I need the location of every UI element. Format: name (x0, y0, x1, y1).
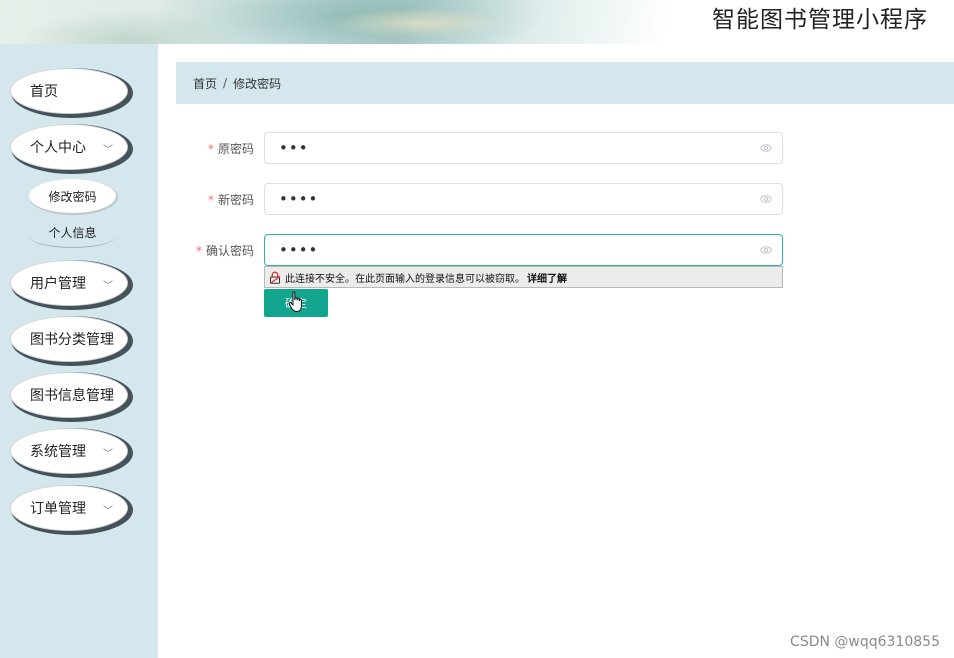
required-mark: * (207, 142, 214, 156)
sidebar-item-system-management[interactable]: 系统管理 ﹀ (10, 428, 128, 474)
old-password-label-text: 原密码 (217, 142, 254, 156)
chevron-down-icon: ﹀ (103, 506, 113, 517)
breadcrumb-current: 修改密码 (233, 76, 282, 91)
header-banner: 智能图书管理小程序 (0, 0, 954, 44)
sidebar-item-label: 个人中心 (30, 140, 86, 156)
breadcrumb-home-link[interactable]: 首页 (193, 75, 217, 92)
sidebar: 首页 个人中心 ﹀ 修改密码 个人信息 用户管理 ﹀ 图书分类管理 图书信息管理… (0, 44, 158, 658)
sidebar-item-home[interactable]: 首页 (10, 68, 128, 114)
sidebar-item-label: 图书分类管理 (30, 332, 114, 348)
sidebar-item-label: 图书信息管理 (30, 388, 114, 404)
chevron-down-icon: ﹀ (103, 145, 113, 156)
new-password-field[interactable]: •••• (264, 183, 783, 215)
chevron-down-icon: ﹀ (103, 281, 113, 292)
sidebar-item-category-management[interactable]: 图书分类管理 (10, 316, 128, 362)
eye-icon[interactable] (760, 193, 772, 205)
insecure-lock-icon (269, 271, 281, 284)
watermark: CSDN @wqq6310855 (790, 634, 940, 650)
required-mark: * (207, 193, 214, 207)
sidebar-item-label: 系统管理 (30, 444, 86, 460)
old-password-field[interactable]: ••• (264, 132, 783, 164)
form-row-old-password: * 原密码 ••• (176, 132, 796, 164)
sidebar-item-book-info-management[interactable]: 图书信息管理 (10, 372, 128, 418)
breadcrumb-separator: / (223, 76, 228, 90)
new-password-label-text: 新密码 (217, 193, 254, 207)
confirm-password-field[interactable]: •••• (264, 234, 783, 266)
sidebar-item-user-management[interactable]: 用户管理 ﹀ (10, 260, 128, 306)
confirm-password-label-text: 确认密码 (205, 244, 254, 258)
form-row-new-password: * 新密码 •••• (176, 183, 796, 215)
confirm-password-label: * 确认密码 (196, 242, 254, 259)
required-mark: * (195, 244, 202, 258)
eye-icon[interactable] (760, 142, 772, 154)
old-password-value: ••• (279, 139, 309, 157)
new-password-label: * 新密码 (208, 191, 254, 208)
sidebar-item-personal-center[interactable]: 个人中心 ﹀ (10, 124, 128, 170)
sidebar-subitem-change-password[interactable]: 修改密码 (29, 179, 116, 213)
sidebar-item-label: 首页 (30, 84, 58, 100)
old-password-label: * 原密码 (208, 140, 254, 157)
sidebar-subitem-personal-info[interactable]: 个人信息 (29, 224, 116, 248)
breadcrumb: 首页 / 修改密码 (176, 62, 954, 104)
insecure-connection-warning: 此连接不安全。在此页面输入的登录信息可以被窃取。 详细了解 (264, 266, 783, 288)
new-password-value: •••• (279, 190, 319, 208)
banner-decoration (330, 8, 510, 38)
sidebar-item-label: 订单管理 (30, 501, 86, 517)
hand-cursor-icon (288, 291, 302, 313)
eye-icon[interactable] (760, 244, 772, 256)
warning-text: 此连接不安全。在此页面输入的登录信息可以被窃取。 (285, 273, 525, 285)
chevron-down-icon: ﹀ (103, 449, 113, 460)
sidebar-item-label: 用户管理 (30, 276, 86, 292)
learn-more-link[interactable]: 详细了解 (527, 270, 567, 285)
app-title: 智能图书管理小程序 (712, 7, 928, 33)
form-row-confirm-password: * 确认密码 •••• (176, 234, 796, 266)
sidebar-item-order-management[interactable]: 订单管理 ﹀ (10, 485, 128, 531)
confirm-password-value: •••• (279, 241, 319, 259)
